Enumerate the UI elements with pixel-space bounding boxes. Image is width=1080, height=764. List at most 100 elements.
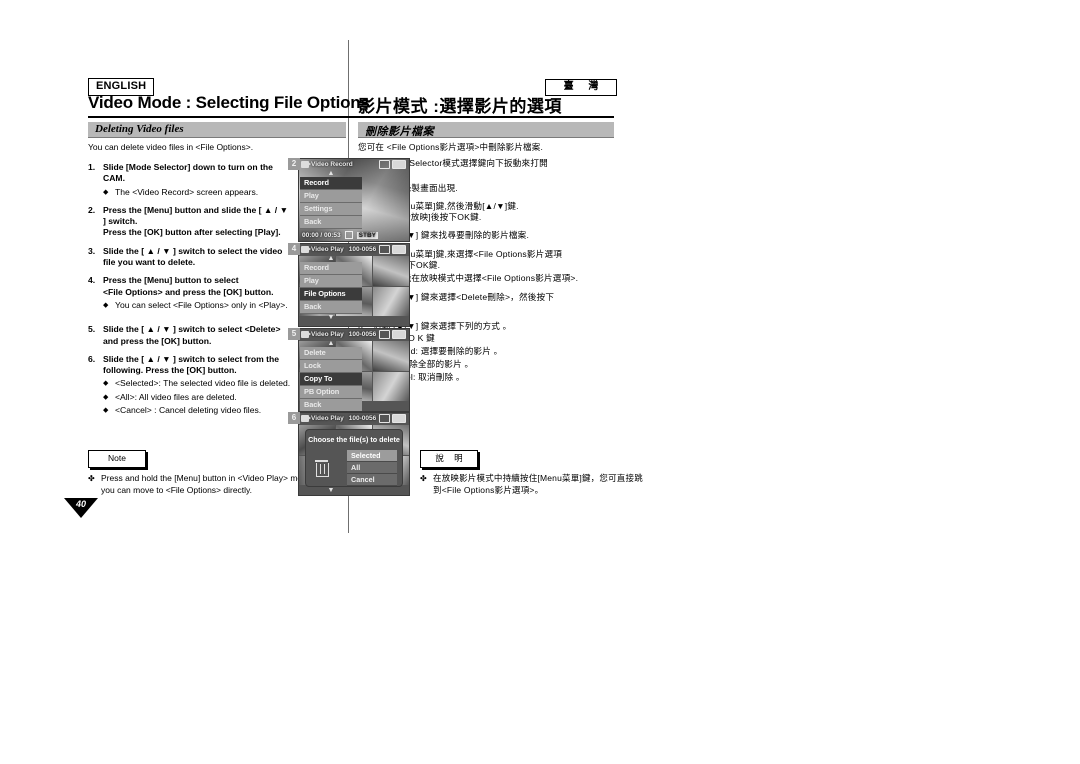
menu-item-back[interactable]: Back	[300, 216, 362, 229]
diamond-bullet-icon: ◆	[103, 393, 109, 401]
menu-item-play[interactable]: Play	[300, 275, 362, 288]
step-bullet-text: You can select <File Options> only in <P…	[115, 299, 288, 310]
trash-body	[316, 463, 329, 477]
step-text: Press the [Menu] button and slide the [ …	[103, 204, 289, 227]
clover-bullet-icon: ✤	[420, 474, 427, 483]
step-number: 4.	[88, 275, 96, 286]
step-number: 5.	[88, 324, 96, 335]
osd-bottom-bar: 00:00 / 00:53 STBY	[299, 229, 409, 241]
manual-page: ENGLISH 臺 灣 Video Mode : Selecting File …	[0, 0, 1080, 764]
step-text: Slide the [ ▲ / ▼ ] switch to select <De…	[103, 324, 281, 346]
dialog-options[interactable]: Selected All Cancel	[347, 450, 397, 486]
thumbnail[interactable]	[373, 256, 409, 286]
menu-item-delete[interactable]: Delete	[300, 347, 362, 360]
diamond-bullet-icon: ◆	[103, 380, 109, 388]
thumbnail[interactable]	[373, 371, 409, 401]
step-bullet-text: The <Video Record> screen appears.	[115, 186, 259, 197]
step-bullet: ◆ <Cancel> : Cancel deleting video files.	[103, 405, 293, 416]
page-number-flag: 40	[64, 498, 98, 518]
battery-icon	[392, 414, 406, 423]
page-title-chinese: 影片模式 :選擇影片的選項	[358, 97, 562, 116]
note-text-english: ✤ Press and hold the [Menu] button in <Vi…	[88, 473, 316, 496]
lcd-screen: Video Play 100-0056 ▲ Record Play File O…	[298, 243, 410, 327]
section-band-chinese: 刪除影片檔案	[358, 122, 614, 138]
memory-card-icon	[379, 414, 390, 423]
scroll-down-arrow-icon[interactable]: ▼	[300, 487, 362, 494]
note-label-chinese: 說 明	[420, 450, 478, 468]
step-number: 1.	[88, 162, 96, 172]
osd-file-number: 100-0056	[348, 246, 377, 253]
menu-item-back[interactable]: Back	[300, 301, 362, 314]
thumbnail[interactable]	[373, 341, 409, 371]
osd-status-bar: Video Play 100-0056	[299, 413, 409, 424]
timecode: 00:00 / 00:53	[302, 231, 341, 239]
step-number: 3.	[88, 245, 96, 256]
memory-card-icon	[379, 245, 390, 254]
step-text: Slide [Mode Selector] down to turn on th…	[103, 162, 273, 184]
dialog-option-all[interactable]: All	[347, 462, 397, 474]
step-text: Slide the [ ▲ / ▼ ] switch to select fro…	[103, 353, 280, 376]
title-underline	[88, 116, 614, 118]
lcd-screen: Video Record ▲ Record Play Settings Back…	[298, 158, 410, 242]
step-item: 4. Press the [Menu] button to select <Fi…	[88, 275, 293, 311]
menu-item-record[interactable]: Record	[300, 177, 362, 190]
step-bullet-text: 您只能在放映模式中選擇<File Options影片選項>.	[385, 273, 579, 284]
step-text: Slide the [ ▲ / ▼ ] switch to select the…	[103, 245, 283, 268]
menu-item-copy-to[interactable]: Copy To	[300, 373, 362, 386]
menu-item-back[interactable]: Back	[300, 399, 362, 411]
thumbnail[interactable]	[373, 286, 409, 316]
memory-card-icon	[379, 160, 390, 169]
scroll-down-arrow-icon[interactable]: ▼	[300, 314, 362, 321]
osd-menu[interactable]: ▲ Record Play File Options Back ▼	[300, 255, 362, 321]
menu-item-record[interactable]: Record	[300, 262, 362, 275]
section-band-english: Deleting Video files	[88, 122, 346, 138]
clover-bullet-icon: ✤	[88, 474, 95, 483]
step-bullet-text: <Cancel> : Cancel deleting video files.	[115, 405, 262, 416]
note-text-chinese: ✤ 在放映影片模式中持續按住[Menu菜單]鍵，您可直接跳到<File Optio…	[420, 473, 648, 496]
camcorder-icon	[301, 246, 311, 253]
step-badge: 6	[288, 412, 300, 424]
osd-menu[interactable]: ▲ Record Play Settings Back	[300, 170, 362, 229]
note-label-english: Note	[88, 450, 146, 468]
trash-lid	[315, 460, 328, 462]
osd-mode-label: Video Record	[311, 161, 353, 168]
lcd-screen: Video Play 100-0056 Choose the file(s) t…	[298, 412, 410, 496]
step-bullet: ◆ The <Video Record> screen appears.	[103, 187, 293, 198]
status-badge: STBY	[356, 231, 379, 239]
dialog-option-cancel[interactable]: Cancel	[347, 474, 397, 486]
step-bullet: ◆ <All>: All video files are deleted.	[103, 392, 293, 403]
menu-item-settings[interactable]: Settings	[300, 203, 362, 216]
step-badge: 4	[288, 243, 300, 255]
lcd-screen: Video Play 100-0056 ▲ Delete Lock Copy T…	[298, 328, 410, 412]
step-badge: 2	[288, 158, 300, 170]
record-stop-icon	[344, 231, 353, 239]
osd-status-bar: Video Play 100-0056	[299, 244, 409, 255]
step-item: 6. Slide the [ ▲ / ▼ ] switch to select …	[88, 354, 293, 416]
section-title-chinese: 刪除影片檔案	[365, 126, 434, 138]
menu-item-pb-option[interactable]: PB Option	[300, 386, 362, 399]
section-title-english: Deleting Video files	[95, 123, 184, 135]
battery-icon	[392, 245, 406, 254]
menu-item-lock[interactable]: Lock	[300, 360, 362, 373]
step-bullet: ◆ <Selected>: The selected video file is …	[103, 378, 293, 389]
menu-item-play[interactable]: Play	[300, 190, 362, 203]
diamond-bullet-icon: ◆	[103, 188, 109, 196]
step-text-continued: <File Options> and press the [OK] button…	[103, 286, 274, 297]
osd-menu[interactable]: ▲ Delete Lock Copy To PB Option Back ▼	[300, 340, 362, 411]
scroll-up-arrow-icon[interactable]: ▲	[300, 340, 362, 347]
step-number: 2.	[88, 204, 96, 215]
intro-text-english: You can delete video files in <File Opti…	[88, 142, 254, 152]
step-bullet-text: <Selected>: The selected video file is d…	[115, 378, 291, 389]
osd-status-bar: Video Record	[299, 159, 409, 170]
battery-icon	[392, 330, 406, 339]
step-number: 6.	[88, 353, 96, 364]
menu-item-file-options[interactable]: File Options	[300, 288, 362, 301]
step-bullet: ◆ You can select <File Options> only in <…	[103, 300, 293, 311]
scroll-up-arrow-icon[interactable]: ▲	[300, 255, 362, 262]
camcorder-icon	[301, 331, 311, 338]
delete-confirm-dialog: Choose the file(s) to delete Selected Al…	[305, 429, 403, 487]
dialog-option-selected[interactable]: Selected	[347, 450, 397, 462]
page-title-english: Video Mode : Selecting File Options	[88, 93, 370, 112]
note-body-english: Press and hold the [Menu] button in <Vid…	[101, 473, 314, 495]
scroll-up-arrow-icon[interactable]: ▲	[300, 170, 362, 177]
